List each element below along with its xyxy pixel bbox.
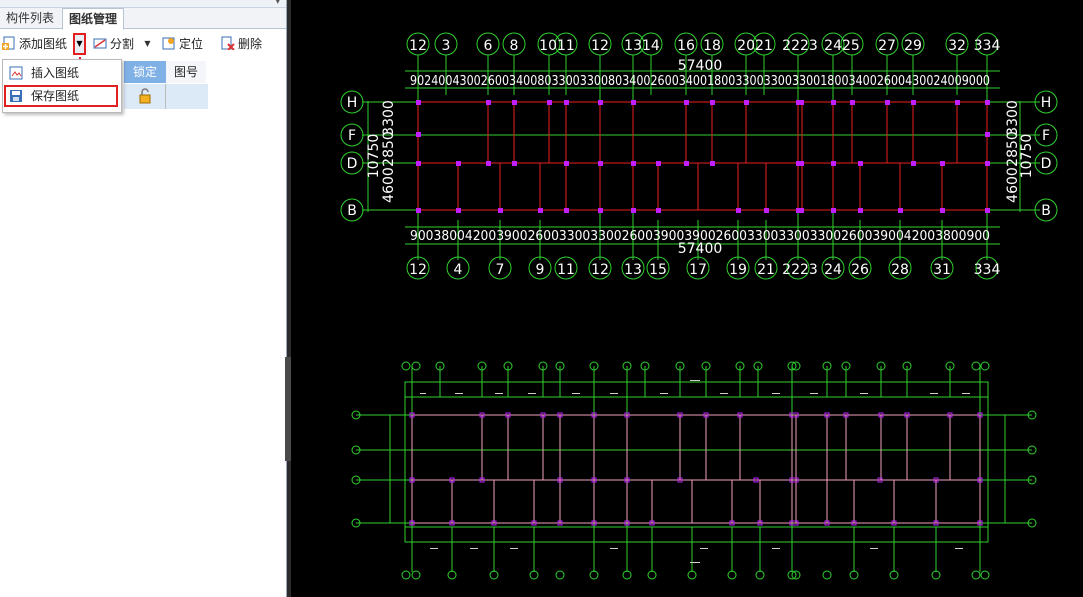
axis-label: 32 <box>948 38 966 54</box>
axis-label: 2021 <box>737 38 773 54</box>
axis-label: 21 <box>757 262 775 278</box>
axis-label: 15 <box>649 262 667 278</box>
row-label: D <box>1041 156 1052 172</box>
axis-label: 3 <box>442 38 451 54</box>
top-total-dimension: 57400 <box>678 58 723 74</box>
axis-label: 12 <box>409 38 427 54</box>
upper-floor-plan: 12 3 6 8 1011 12 1314 16 18 2021 2223 24… <box>340 32 1058 280</box>
axis-label: 334 <box>974 38 1001 54</box>
menu-item-save-drawing[interactable]: 保存图纸 <box>4 85 118 107</box>
locate-button[interactable]: 定位 <box>162 34 203 54</box>
tab-component-list[interactable]: 构件列表 <box>0 8 60 28</box>
insert-drawing-icon <box>9 66 23 80</box>
axis-label: 2425 <box>824 38 860 54</box>
bottom-total-dimension: 57400 <box>678 241 723 257</box>
delete-icon <box>221 36 235 50</box>
panel-title-strip: ▾ <box>0 0 286 8</box>
axis-label: 9 <box>536 262 545 278</box>
axis-label: 17 <box>689 262 707 278</box>
split-button[interactable]: 分割 <box>93 34 134 54</box>
panel-tabs: 构件列表 图纸管理 <box>0 8 286 30</box>
axis-label: 12 <box>591 262 609 278</box>
column-header-lock[interactable]: 锁定 <box>124 61 166 83</box>
axis-label: 4 <box>454 262 463 278</box>
split-label: 分割 <box>110 37 135 51</box>
row-label: B <box>347 203 357 219</box>
delete-button[interactable]: 删除 <box>221 34 262 54</box>
pin-icon[interactable]: ▾ <box>275 0 280 7</box>
axis-label: 12 <box>409 262 427 278</box>
table-row[interactable] <box>124 84 208 109</box>
lock-icon[interactable] <box>137 88 153 104</box>
drawing-grid-header: 锁定 图号 <box>120 61 286 83</box>
axis-label: 29 <box>904 38 922 54</box>
add-drawing-button[interactable]: 添加图纸 <box>2 34 67 54</box>
axis-label: 13 <box>624 262 642 278</box>
axis-label: 11 <box>557 262 575 278</box>
axis-label: 27 <box>878 38 896 54</box>
left-dimension: 10750 <box>366 134 382 179</box>
left-dimension: 3300 <box>381 100 397 136</box>
menu-item-insert-drawing[interactable]: 插入图纸 <box>4 62 118 84</box>
column-header-drawing-number[interactable]: 图号 <box>166 61 206 83</box>
axis-label: 334 <box>974 262 1001 278</box>
add-drawing-icon <box>2 36 15 50</box>
locate-icon <box>162 37 175 50</box>
row-label: H <box>347 95 358 111</box>
axis-label: 16 <box>677 38 695 54</box>
row-label: F <box>1042 128 1050 144</box>
panel-toolbar: 添加图纸 分割 ▼ 定位 删除 <box>0 30 286 58</box>
axis-label: 2223 <box>782 262 818 278</box>
row-label: D <box>347 156 358 172</box>
split-icon <box>93 38 107 49</box>
axis-label: 18 <box>703 38 721 54</box>
split-dropdown-chevron-icon[interactable]: ▼ <box>141 34 154 54</box>
row-label: B <box>1041 203 1051 219</box>
locate-label: 定位 <box>179 37 204 51</box>
right-dimension: 3300 <box>1005 100 1021 136</box>
top-dimension-string: 9024004300260034008033003300803400260034… <box>410 74 990 89</box>
axis-label: 1314 <box>624 38 660 54</box>
cad-drawing-canvas[interactable]: 12 3 6 8 1011 12 1314 16 18 2021 2223 24… <box>291 0 1083 597</box>
add-drawing-dropdown-menu: 插入图纸 保存图纸 <box>2 59 122 113</box>
axis-label: 7 <box>496 262 505 278</box>
right-dimension: 10750 <box>1019 134 1035 179</box>
axis-label: 12 <box>591 38 609 54</box>
save-drawing-label: 保存图纸 <box>31 89 80 103</box>
save-drawing-icon <box>10 90 22 102</box>
axis-label: 19 <box>729 262 747 278</box>
add-drawing-label: 添加图纸 <box>19 37 68 51</box>
axis-label: 28 <box>891 262 909 278</box>
row-label: F <box>348 128 356 144</box>
axis-label: 24 <box>824 262 842 278</box>
delete-label: 删除 <box>238 37 263 51</box>
axis-label: 26 <box>851 262 869 278</box>
axis-label: 31 <box>933 262 951 278</box>
row-label: H <box>1041 95 1052 111</box>
axis-label: 1011 <box>539 38 575 54</box>
axis-label: 2223 <box>782 38 818 54</box>
drawing-management-panel: ▾ 构件列表 图纸管理 添加图纸 分割 ▼ 定位 删除 ▼ 锁定 图号 插入图纸… <box>0 0 287 597</box>
axis-label: 6 <box>484 38 493 54</box>
left-dimension: 4600 <box>381 167 397 203</box>
lower-floor-plan <box>351 361 1037 580</box>
cell-divider <box>165 84 166 109</box>
tab-drawing-management[interactable]: 图纸管理 <box>62 8 125 30</box>
axis-label: 8 <box>510 38 519 54</box>
insert-drawing-label: 插入图纸 <box>31 66 80 80</box>
add-drawing-dropdown-chevron-icon[interactable]: ▼ <box>73 33 86 55</box>
